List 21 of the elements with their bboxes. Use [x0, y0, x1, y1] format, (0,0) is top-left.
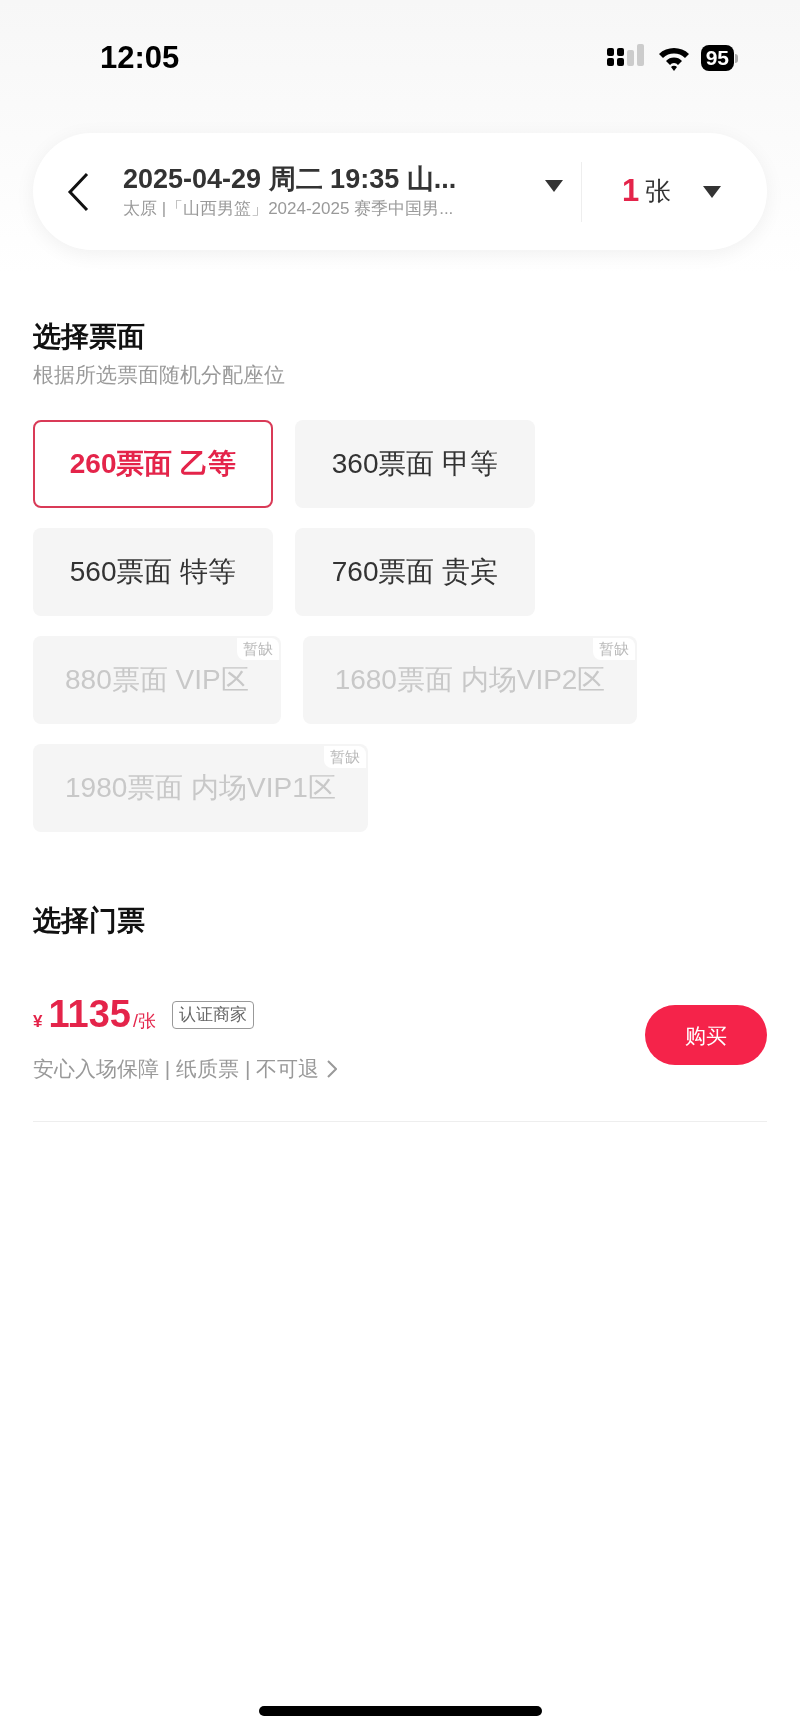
section-title: 选择票面: [33, 320, 146, 354]
dropdown-icon: [703, 185, 722, 198]
merchant-tag: 认证商家: [171, 1000, 254, 1029]
price-option[interactable]: 560票面 特等: [33, 528, 273, 616]
buy-button[interactable]: 购买: [645, 1005, 767, 1066]
ticket-features-link[interactable]: 安心入场保障 | 纸质票 | 不可退: [33, 1053, 338, 1085]
session-selector[interactable]: 2025-04-29 周二 19:35 山... 太原 |「山西男篮」2024-2025 赛季中国男...: [123, 161, 563, 222]
price-option[interactable]: 360票面 甲等: [295, 420, 535, 508]
ticket-price: ¥1135/张: [33, 992, 156, 1037]
back-icon: [67, 171, 89, 212]
status-time: 12:05: [100, 38, 180, 77]
section-subtitle: 根据所选票面随机分配座位: [33, 362, 286, 388]
price-option[interactable]: 760票面 贵宾: [295, 528, 535, 616]
section-title: 选择门票: [33, 904, 146, 938]
dropdown-icon: [545, 179, 563, 192]
quantity-selector[interactable]: 1 张: [622, 168, 722, 215]
sold-out-badge: 暂缺: [236, 638, 279, 660]
sold-out-badge: 暂缺: [323, 746, 366, 768]
price-option[interactable]: 260票面 乙等: [33, 420, 273, 508]
sold-out-badge: 暂缺: [593, 638, 636, 660]
chevron-right-icon: [327, 1059, 338, 1078]
